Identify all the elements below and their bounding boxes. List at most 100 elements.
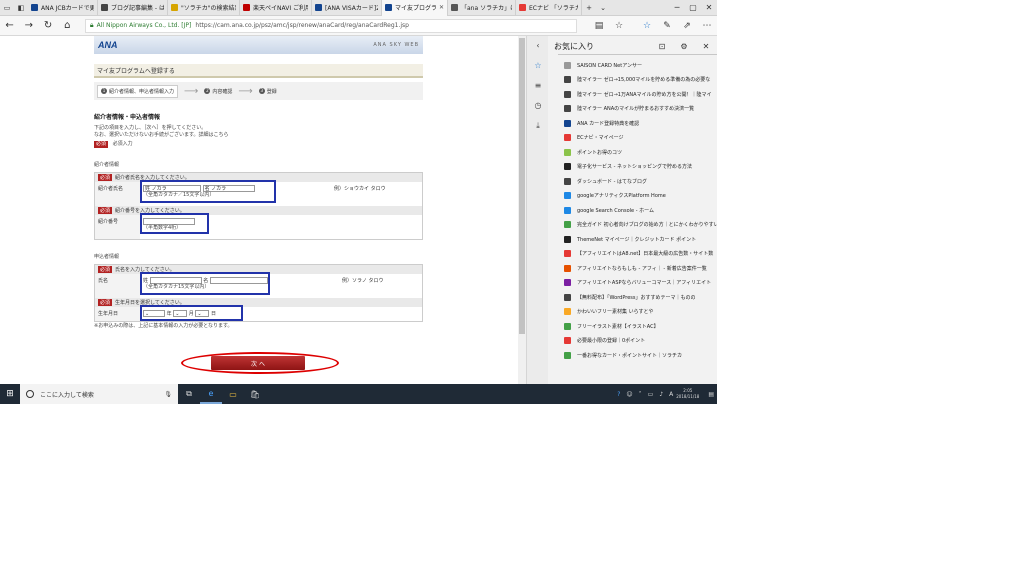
- favorite-label: ポイントお得のコツ: [577, 149, 623, 156]
- history-icon[interactable]: ◷: [527, 96, 549, 116]
- refresh-button[interactable]: ↻: [38, 16, 57, 36]
- favorite-item[interactable]: 陸マイラー ゼロ→15,000マイルを貯める準備の為の必要な: [548, 73, 717, 88]
- favorite-item[interactable]: アフィリエイトASPならバリューコマース｜アフィリエイト: [548, 276, 717, 291]
- cortana-icon: [26, 390, 34, 398]
- reading-view-icon[interactable]: ▤: [589, 16, 609, 36]
- file-explorer-icon[interactable]: ▭: [222, 384, 244, 404]
- favorite-item[interactable]: アフィリエイトならもしも - アフィ｜ - 新着広告案件一覧: [548, 261, 717, 276]
- favorite-item[interactable]: 一番お得なカード・ポイントサイト｜ソラチカ: [548, 348, 717, 363]
- tab-label: "ソラチカ"の検索結果: [181, 5, 236, 12]
- show-hidden-icon[interactable]: ˄: [639, 391, 642, 398]
- tab-preview-icon[interactable]: ▭: [0, 0, 14, 16]
- favorite-item[interactable]: 必要最小限の登録｜0ポイント: [548, 334, 717, 349]
- tab-8[interactable]: ECナビ 「ソラチカ」等: [516, 0, 582, 16]
- favorites-hub-icon[interactable]: ☆: [637, 16, 657, 36]
- tab-4[interactable]: 楽天ペイNAVI ご利用: [240, 0, 312, 16]
- back-button[interactable]: ←: [0, 16, 19, 36]
- minimize-icon[interactable]: ─: [669, 0, 685, 16]
- more-icon[interactable]: ⋯: [697, 16, 717, 36]
- favorite-item[interactable]: かわいいフリー素材集 いらすとや: [548, 305, 717, 320]
- store-icon[interactable]: 🛍︎: [244, 384, 266, 404]
- ana-logo[interactable]: ANA: [98, 40, 118, 50]
- tab-5[interactable]: [ANA VISAカード]20: [312, 0, 382, 16]
- favorite-item[interactable]: google Search Console - ホーム: [548, 203, 717, 218]
- tab-2[interactable]: ブログ記事編集 - はてな: [98, 0, 168, 16]
- referrer-number-row: 紹介番号 （半角数字4桁）: [95, 213, 422, 239]
- favorite-star-icon[interactable]: ☆: [609, 16, 629, 36]
- applicant-form: 必須 氏名を入力してください。 氏名 姓 名 （全角カタカナ15文字以内） 例）…: [94, 264, 423, 322]
- favorite-item[interactable]: ECナビ・マイページ: [548, 131, 717, 146]
- favorite-item[interactable]: ANA カード登録特典を確認: [548, 116, 717, 131]
- favorite-item[interactable]: ポイントお得のコツ: [548, 145, 717, 160]
- tab-dropdown-icon[interactable]: ⌄: [596, 0, 610, 16]
- referrer-name-row: 紹介者氏名 姓 ノカラ 名 ノカラ （全角カタカナ／15文字以内） 例）ショウカ…: [95, 180, 422, 206]
- share-icon[interactable]: ⇗: [677, 16, 697, 36]
- network-icon[interactable]: ▭: [648, 391, 654, 398]
- task-view-icon[interactable]: ⧉: [178, 384, 200, 404]
- highlight-ellipse: [181, 352, 339, 374]
- favorite-item[interactable]: フリーイラスト素材【イラストAC】: [548, 319, 717, 334]
- favorite-item[interactable]: 【無料配布】「WordPress」おすすめテーマ｜ものの: [548, 290, 717, 305]
- taskbar-search[interactable]: ここに入力して検索 🎙︎: [20, 384, 178, 404]
- settings-icon[interactable]: ⚙: [673, 42, 695, 51]
- start-button[interactable]: ⊞: [0, 384, 20, 404]
- tab-label: 楽天ペイNAVI ご利用: [253, 5, 308, 12]
- favorite-label: 【無料配布】「WordPress」おすすめテーマ｜ものの: [577, 294, 696, 301]
- add-favorite-icon[interactable]: ⊡: [651, 42, 673, 51]
- microphone-icon[interactable]: 🎙︎: [164, 391, 172, 398]
- favorite-favicon-icon: [564, 90, 571, 98]
- highlight-box: [140, 305, 243, 321]
- tab-label: [ANA VISAカード]20: [325, 5, 378, 12]
- new-tab-button[interactable]: +: [582, 0, 596, 16]
- forward-button[interactable]: →: [19, 16, 38, 36]
- favorite-label: google Search Console - ホーム: [577, 207, 654, 214]
- favorite-label: ECナビ・マイページ: [577, 135, 624, 142]
- help-icon[interactable]: ?: [617, 391, 620, 398]
- favorite-favicon-icon: [564, 221, 571, 229]
- favorites-icon[interactable]: ☆: [527, 56, 549, 76]
- downloads-icon[interactable]: ⤓: [527, 116, 549, 136]
- tab-6[interactable]: マイ友プログラム✕: [382, 0, 448, 16]
- form-heading: 紹介者情報・申込者情報: [94, 114, 161, 121]
- favorite-label: 電子化サービス - ネットショッピングで貯める方法: [577, 164, 692, 171]
- favorite-label: フリーイラスト素材【イラストAC】: [577, 323, 659, 330]
- page-scrollbar[interactable]: [518, 36, 526, 384]
- volume-icon[interactable]: ♪: [659, 391, 663, 398]
- favorite-item[interactable]: 電子化サービス - ネットショッピングで貯める方法: [548, 160, 717, 175]
- tab-3[interactable]: "ソラチカ"の検索結果: [168, 0, 240, 16]
- favorite-favicon-icon: [564, 105, 571, 113]
- close-panel-icon[interactable]: ✕: [695, 42, 717, 51]
- web-note-icon[interactable]: ✎: [657, 16, 677, 36]
- favorite-item[interactable]: 完全ガイド 初心者向けブログの始め方｜とにかくわかりやすい: [548, 218, 717, 233]
- tab-1[interactable]: ANA JCBカードで更に: [28, 0, 98, 16]
- favorite-favicon-icon: [564, 264, 571, 272]
- intro-line: 下記の項目を入力し、［次へ］を押してください。: [94, 125, 207, 131]
- close-tab-icon[interactable]: ✕: [439, 4, 444, 11]
- home-button[interactable]: ⌂: [58, 16, 77, 36]
- favorite-label: 【アフィリエイトはA8.net】日本最大級の広告数・サイト数: [577, 251, 714, 258]
- favorite-item[interactable]: ThemeNet マイページ｜クレジットカード ポイント: [548, 232, 717, 247]
- referrer-section-title: 紹介者情報: [94, 162, 120, 168]
- favorite-item[interactable]: googleアナリティクスPlatform Home: [548, 189, 717, 204]
- step-arrow-icon: ⟶: [238, 85, 253, 97]
- reading-list-icon[interactable]: ≡: [527, 76, 549, 96]
- collapse-icon[interactable]: ‹: [527, 36, 549, 56]
- tab-7[interactable]: 「ana ソラチカ」は、どこ: [448, 0, 516, 16]
- favorite-favicon-icon: [564, 76, 571, 84]
- favorite-item[interactable]: ダッシュボード - はてなブログ: [548, 174, 717, 189]
- favorite-item[interactable]: 陸マイラー ANAのマイルが貯まるおすすめ決済一覧: [548, 102, 717, 117]
- favorite-item[interactable]: 陸マイラー ゼロ→1万ANAマイルの貯め方を公開！｜陸マイ: [548, 87, 717, 102]
- tab-list-icon[interactable]: ◧: [14, 0, 28, 16]
- url-field[interactable]: 🔒︎ All Nippon Airways Co., Ltd. [JP] htt…: [84, 18, 578, 33]
- maximize-icon[interactable]: ▢: [685, 0, 701, 16]
- close-icon[interactable]: ✕: [701, 0, 717, 16]
- clock[interactable]: 2:05 2018/11/18: [676, 388, 699, 400]
- tab-bar: ▭ ◧ ANA JCBカードで更に ブログ記事編集 - はてな "ソラチカ"の検索結…: [0, 0, 717, 16]
- favorite-item[interactable]: SAISON CARD Netアンサー: [548, 58, 717, 73]
- edge-icon[interactable]: e: [200, 384, 222, 404]
- favorite-item[interactable]: 【アフィリエイトはA8.net】日本最大級の広告数・サイト数: [548, 247, 717, 262]
- scrollbar-thumb[interactable]: [519, 38, 525, 334]
- people-icon[interactable]: ☺: [626, 391, 632, 398]
- notifications-icon[interactable]: ▤: [708, 391, 714, 398]
- ime-icon[interactable]: A: [669, 391, 673, 398]
